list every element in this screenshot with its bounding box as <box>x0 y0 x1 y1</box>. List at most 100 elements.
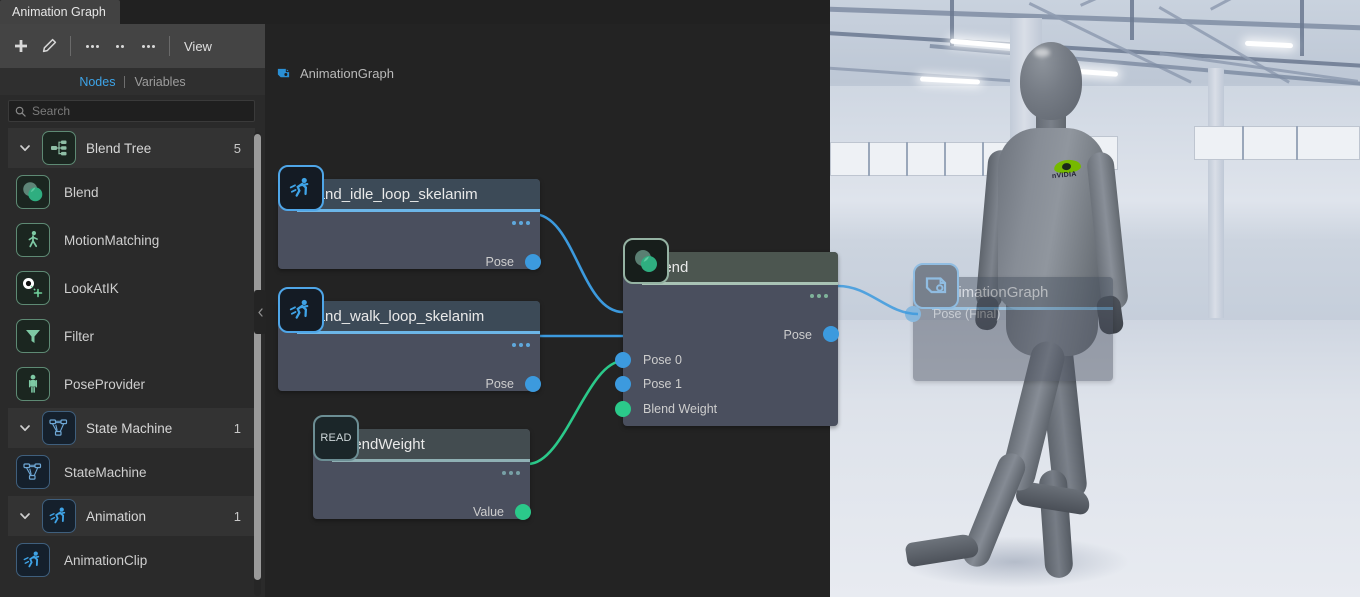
runner-icon <box>16 543 50 577</box>
output-port-pose[interactable] <box>525 376 541 392</box>
output-port-pose[interactable] <box>823 326 839 342</box>
node-accent-underline <box>297 331 540 334</box>
window-divider <box>906 142 908 176</box>
animation-graph-icon <box>276 66 291 81</box>
port-label-pose-out: Pose <box>783 328 813 342</box>
list-item-statemachine[interactable]: StateMachine <box>8 448 255 496</box>
figure-icon <box>16 367 50 401</box>
menu-button-2[interactable] <box>107 33 133 59</box>
group-label: Animation <box>86 508 147 524</box>
list-item-filter[interactable]: Filter <box>8 312 255 360</box>
list-item-label: Blend <box>64 184 99 200</box>
edit-button[interactable] <box>36 33 62 59</box>
edge-idle-to-pose0 <box>532 212 624 314</box>
output-port-value[interactable] <box>515 504 531 520</box>
window-divider <box>868 142 870 176</box>
chevron-down-icon[interactable] <box>8 141 42 155</box>
tab-animation-graph[interactable]: Animation Graph <box>0 0 120 24</box>
funnel-icon <box>16 319 50 353</box>
nvidia-wordmark: nVIDIA <box>1051 170 1078 181</box>
scrollbar-thumb[interactable] <box>254 134 261 580</box>
graph-node-blendweight[interactable]: BlendWeight READ Value <box>313 415 531 520</box>
node-menu-dots[interactable] <box>810 294 828 298</box>
group-header-animation[interactable]: Animation 1 <box>8 496 255 536</box>
list-item-label: Filter <box>64 328 94 344</box>
node-menu-dots[interactable] <box>512 221 530 225</box>
runner-icon <box>42 499 76 533</box>
tab-nodes[interactable]: Nodes <box>70 75 124 89</box>
node-accent-underline <box>642 282 838 285</box>
input-port-blend-weight[interactable] <box>615 401 631 417</box>
input-port-pose-1[interactable] <box>615 376 631 392</box>
graph-canvas[interactable]: AnimationGraph stand_idle_loop_skelanim <box>265 24 1113 597</box>
edge-weight-to-blendweight <box>527 359 624 466</box>
chevron-down-icon[interactable] <box>8 509 42 523</box>
graph-node-blend[interactable]: Blend Pose Pose 0 Pose 1 Blend Weight <box>615 238 839 426</box>
input-port-pose-final[interactable] <box>905 306 921 322</box>
list-item-animationclip[interactable]: AnimationClip <box>8 536 255 584</box>
group-count: 1 <box>233 420 241 436</box>
node-header[interactable]: Blend <box>642 252 838 282</box>
node-title: stand_idle_loop_skelanim <box>305 185 478 203</box>
list-item-blend[interactable]: Blend <box>8 168 255 216</box>
animation-graph-icon <box>913 263 959 309</box>
eye-target-icon <box>16 271 50 305</box>
search-placeholder: Search <box>32 104 71 118</box>
panel-toolbar: View <box>0 24 265 68</box>
port-label-pose-0: Pose 0 <box>643 353 682 367</box>
node-menu-dots[interactable] <box>502 471 520 475</box>
toolbar-separator <box>70 36 71 56</box>
state-machine-icon <box>16 455 50 489</box>
port-label-pose-final: Pose (Final) <box>933 307 1001 321</box>
list-item-motionmatching[interactable]: MotionMatching <box>8 216 255 264</box>
node-header[interactable]: BlendWeight <box>332 429 530 459</box>
window-divider <box>944 142 946 176</box>
search-field[interactable]: Search <box>8 100 255 122</box>
toolbar-separator <box>169 36 170 56</box>
window-divider <box>1242 126 1244 160</box>
tab-label: Animation Graph <box>12 5 106 19</box>
graph-node-animation-graph-output[interactable]: AnimationGraph Pose (Final) <box>905 263 1113 381</box>
output-port-pose[interactable] <box>525 254 541 270</box>
input-port-pose-0[interactable] <box>615 352 631 368</box>
runner-icon <box>278 165 324 211</box>
breadcrumb[interactable]: AnimationGraph <box>265 61 394 85</box>
menu-button-3[interactable] <box>135 33 161 59</box>
group-header-blend-tree[interactable]: Blend Tree 5 <box>8 128 255 168</box>
node-library-panel: View Nodes Variables Search Blend Tree 5… <box>0 24 265 597</box>
port-label-pose-1: Pose 1 <box>643 377 682 391</box>
tab-variables[interactable]: Variables <box>125 75 194 89</box>
port-label-blend-weight: Blend Weight <box>643 402 718 416</box>
panel-subtabs: Nodes Variables <box>0 68 265 95</box>
node-header[interactable]: AnimationGraph <box>932 277 1113 307</box>
panel-scrollbar[interactable] <box>254 132 261 596</box>
node-menu-dots[interactable] <box>512 343 530 347</box>
menu-button-1[interactable] <box>79 33 105 59</box>
list-item-poseprovider[interactable]: PoseProvider <box>8 360 255 408</box>
graph-node-stand-idle[interactable]: stand_idle_loop_skelanim Pose <box>278 165 541 270</box>
chevron-down-icon[interactable] <box>8 421 42 435</box>
list-item-label: LookAtIK <box>64 280 119 296</box>
runner-icon <box>278 287 324 333</box>
node-accent-underline <box>332 459 530 462</box>
breadcrumb-label: AnimationGraph <box>300 65 394 81</box>
dots-icon <box>85 44 99 48</box>
panel-collapse-handle[interactable] <box>254 290 266 334</box>
group-count: 1 <box>233 508 241 524</box>
group-label: State Machine <box>86 420 173 436</box>
list-item-lookatik[interactable]: LookAtIK <box>8 264 255 312</box>
wall-pillar <box>1208 68 1224 318</box>
list-item-label: PoseProvider <box>64 376 146 392</box>
add-node-button[interactable] <box>8 33 34 59</box>
node-list[interactable]: Blend Tree 5 Blend MotionMatching LookAt… <box>8 128 255 597</box>
window-strip <box>1194 126 1360 160</box>
group-label: Blend Tree <box>86 140 152 156</box>
node-header[interactable]: stand_walk_loop_skelanim <box>297 301 540 331</box>
list-item-label: StateMachine <box>64 464 147 480</box>
list-item-label: AnimationClip <box>64 552 148 568</box>
node-accent-underline <box>297 209 540 212</box>
graph-node-stand-walk[interactable]: stand_walk_loop_skelanim Pose <box>278 287 541 392</box>
node-header[interactable]: stand_idle_loop_skelanim <box>297 179 540 209</box>
group-header-state-machine[interactable]: State Machine 1 <box>8 408 255 448</box>
view-menu-button[interactable]: View <box>178 39 218 54</box>
